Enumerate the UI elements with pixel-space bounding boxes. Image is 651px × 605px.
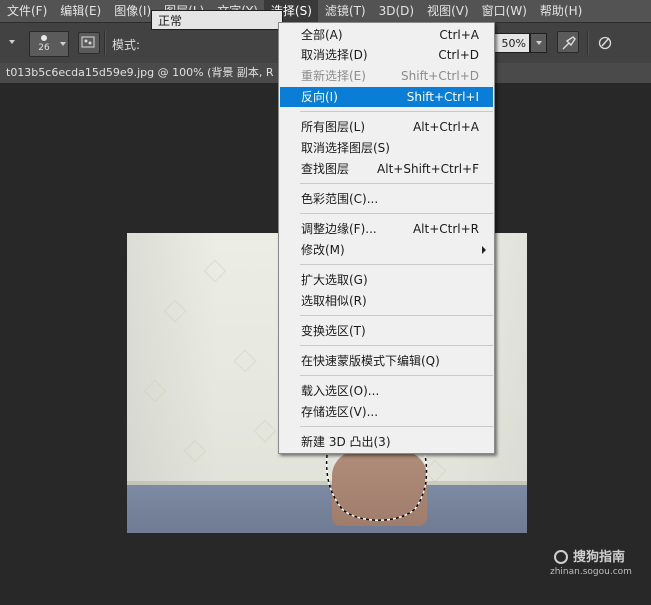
pressure-icon bbox=[598, 36, 612, 50]
menu-help[interactable]: 帮助(H) bbox=[533, 0, 588, 22]
chevron-down-icon[interactable] bbox=[9, 40, 15, 44]
menu-item-label: 载入选区(O)... bbox=[301, 384, 380, 398]
menu-divider bbox=[300, 426, 493, 427]
menu-divider bbox=[300, 264, 493, 265]
brush-preset-picker[interactable]: 26 bbox=[29, 31, 59, 57]
menu-view[interactable]: 视图(V) bbox=[420, 0, 475, 22]
menu-item-label: 调整边缘(F)... bbox=[301, 222, 377, 236]
document-tab[interactable]: t013b5c6ecda15d59e9.jpg @ 100% (背景 副本, R bbox=[0, 63, 284, 83]
menu-item-label: 在快速蒙版模式下编辑(Q) bbox=[301, 354, 440, 368]
mode-label: 模式: bbox=[112, 38, 141, 52]
chevron-down-icon bbox=[60, 42, 66, 46]
brush-size-value: 26 bbox=[38, 43, 50, 53]
menu-item-label: 查找图层 bbox=[301, 162, 350, 176]
select-menu-dropdown: 全部(A) Ctrl+A 取消选择(D) Ctrl+D 重新选择(E) Shif… bbox=[278, 22, 495, 454]
menu-item-find-layers[interactable]: 查找图层 Alt+Shift+Ctrl+F bbox=[280, 159, 493, 179]
menu-item-label: 存储选区(V)... bbox=[301, 405, 379, 419]
menu-item-deselect[interactable]: 取消选择(D) Ctrl+D bbox=[280, 45, 493, 65]
menu-item-all-layers[interactable]: 所有图层(L) Alt+Ctrl+A bbox=[280, 117, 493, 137]
menu-item-label: 扩大选取(G) bbox=[301, 273, 368, 287]
menu-item-label: 色彩范围(C)... bbox=[301, 192, 379, 206]
menu-item-label: 反向(I) bbox=[301, 90, 338, 104]
airbrush-icon bbox=[562, 36, 576, 50]
menu-3d[interactable]: 3D(D) bbox=[372, 0, 420, 22]
menu-item-label: 所有图层(L) bbox=[301, 120, 366, 134]
menu-edit[interactable]: 编辑(E) bbox=[53, 0, 107, 22]
menu-item-transform-selection[interactable]: 变换选区(T) bbox=[280, 321, 493, 341]
menu-item-label: 全部(A) bbox=[301, 28, 343, 42]
menu-item-label: 变换选区(T) bbox=[301, 324, 366, 338]
menu-item-label: 修改(M) bbox=[301, 243, 345, 257]
submenu-arrow-icon bbox=[482, 246, 486, 254]
menu-divider bbox=[300, 345, 493, 346]
menu-item-shortcut: Shift+Ctrl+D bbox=[401, 69, 479, 83]
menu-item-load-selection[interactable]: 载入选区(O)... bbox=[280, 381, 493, 401]
menu-divider bbox=[300, 315, 493, 316]
menu-item-label: 重新选择(E) bbox=[301, 69, 366, 83]
menu-item-new-3d-extrusion[interactable]: 新建 3D 凸出(3) bbox=[280, 432, 493, 452]
airbrush-toggle[interactable] bbox=[557, 31, 579, 53]
menu-bar: 文件(F) 编辑(E) 图像(I) 图层(L) 文字(Y) 选择(S) 滤镜(T… bbox=[0, 0, 651, 22]
menu-item-deselect-layers[interactable]: 取消选择图层(S) bbox=[280, 138, 493, 158]
menu-item-shortcut: Alt+Ctrl+R bbox=[412, 222, 479, 236]
brush-preset-icon bbox=[41, 35, 47, 41]
menu-item-reselect: 重新选择(E) Shift+Ctrl+D bbox=[280, 66, 493, 86]
brush-preset-dropdown[interactable] bbox=[57, 31, 69, 57]
menu-item-similar[interactable]: 选取相似(R) bbox=[280, 291, 493, 311]
menu-item-shortcut: Alt+Ctrl+A bbox=[413, 120, 479, 134]
menu-item-select-all[interactable]: 全部(A) Ctrl+A bbox=[280, 25, 493, 45]
opacity-dropdown[interactable] bbox=[530, 33, 547, 53]
menu-image[interactable]: 图像(I) bbox=[107, 0, 157, 22]
menu-item-save-selection[interactable]: 存储选区(V)... bbox=[280, 402, 493, 422]
menu-item-quick-mask[interactable]: 在快速蒙版模式下编辑(Q) bbox=[280, 351, 493, 371]
menu-file[interactable]: 文件(F) bbox=[0, 0, 53, 22]
menu-item-grow[interactable]: 扩大选取(G) bbox=[280, 270, 493, 290]
menu-item-label: 取消选择图层(S) bbox=[301, 141, 390, 155]
document-tab-continuation bbox=[495, 63, 651, 83]
menu-item-shortcut: Ctrl+A bbox=[439, 28, 479, 42]
menu-item-label: 选取相似(R) bbox=[301, 294, 367, 308]
toolbar-divider bbox=[104, 31, 106, 55]
menu-item-inverse[interactable]: 反向(I) Shift+Ctrl+I bbox=[280, 87, 493, 107]
menu-divider bbox=[300, 213, 493, 214]
menu-item-label: 取消选择(D) bbox=[301, 48, 368, 62]
opacity-input[interactable]: 50% bbox=[492, 33, 530, 53]
menu-item-shortcut: Shift+Ctrl+I bbox=[406, 90, 479, 104]
menu-divider bbox=[300, 111, 493, 112]
menu-filter[interactable]: 滤镜(T) bbox=[318, 0, 372, 22]
watermark-url: zhinan.sogou.com bbox=[550, 567, 632, 577]
toolbar-divider bbox=[587, 31, 589, 55]
menu-item-label: 新建 3D 凸出(3) bbox=[301, 435, 391, 449]
menu-window[interactable]: 窗口(W) bbox=[475, 0, 533, 22]
chevron-down-icon bbox=[536, 41, 542, 45]
brush-panel-toggle[interactable] bbox=[78, 32, 100, 54]
pressure-toggle[interactable] bbox=[594, 31, 616, 53]
menu-divider bbox=[300, 375, 493, 376]
watermark-title: 搜狗指南 bbox=[573, 550, 626, 565]
menu-item-modify[interactable]: 修改(M) bbox=[280, 240, 493, 260]
menu-item-shortcut: Alt+Shift+Ctrl+F bbox=[377, 162, 479, 176]
menu-divider bbox=[300, 183, 493, 184]
menu-item-color-range[interactable]: 色彩范围(C)... bbox=[280, 189, 493, 209]
mode-select[interactable]: 正常 bbox=[151, 10, 283, 30]
menu-item-refine-edge[interactable]: 调整边缘(F)... Alt+Ctrl+R bbox=[280, 219, 493, 239]
menu-item-shortcut: Ctrl+D bbox=[438, 48, 479, 62]
sogou-logo-icon bbox=[554, 550, 568, 564]
brush-panel-icon bbox=[81, 36, 95, 48]
